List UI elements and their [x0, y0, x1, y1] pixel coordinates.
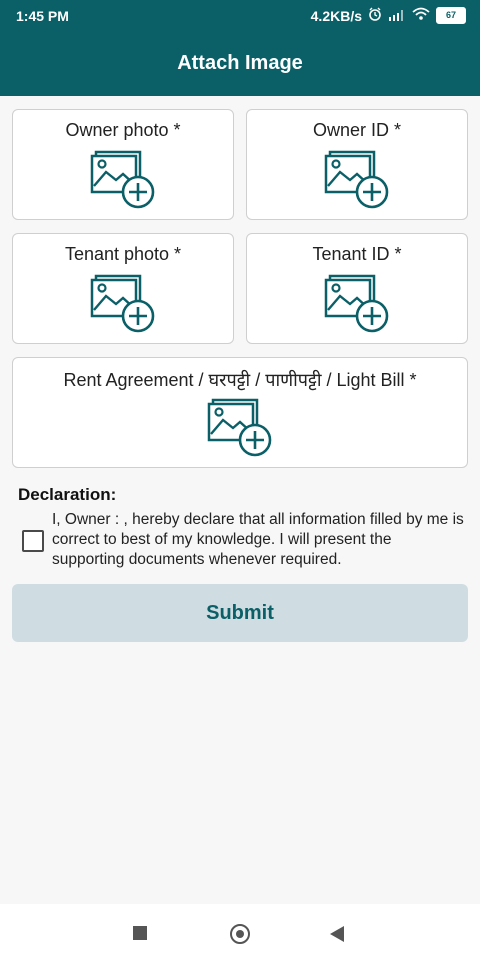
submit-button[interactable]: Submit [12, 584, 468, 642]
rent-agreement-card[interactable]: Rent Agreement / घरपट्टी / पाणीपट्टी / L… [12, 357, 468, 468]
wifi-icon [412, 7, 430, 24]
battery-icon: 67 [436, 7, 466, 24]
tenant-photo-label: Tenant photo * [64, 244, 182, 264]
add-image-icon[interactable] [324, 274, 390, 334]
owner-photo-label: Owner photo * [65, 120, 181, 140]
app-header: 1:45 PM 4.2KB/s 67 Attach Image [0, 0, 480, 96]
owner-id-card[interactable]: Owner ID * [246, 109, 468, 220]
status-right: 4.2KB/s 67 [311, 7, 466, 24]
tenant-id-label: Tenant ID * [312, 244, 402, 264]
page-title: Attach Image [177, 52, 303, 74]
status-time: 1:45 PM [16, 8, 69, 24]
declaration-checkbox[interactable] [22, 530, 44, 552]
status-bar: 1:45 PM 4.2KB/s 67 [0, 0, 480, 32]
tenant-photo-card[interactable]: Tenant photo * [12, 233, 234, 344]
add-image-icon[interactable] [90, 150, 156, 210]
home-icon[interactable] [230, 924, 250, 944]
back-icon[interactable] [330, 926, 344, 942]
owner-id-label: Owner ID * [312, 120, 402, 140]
system-nav-bar [0, 904, 480, 960]
add-image-icon[interactable] [324, 150, 390, 210]
declaration-title: Declaration: [18, 485, 117, 504]
add-image-icon[interactable] [90, 274, 156, 334]
recent-apps-icon[interactable] [133, 926, 147, 940]
network-speed: 4.2KB/s [310, 7, 362, 24]
tenant-id-card[interactable]: Tenant ID * [246, 233, 468, 344]
rent-agreement-label: Rent Agreement / घरपट्टी / पाणीपट्टी / L… [63, 370, 417, 390]
signal-icon [388, 8, 406, 24]
add-image-icon[interactable] [207, 398, 273, 458]
alarm-icon [368, 7, 382, 24]
declaration-text: I, Owner : , hereby declare that all inf… [52, 511, 464, 568]
owner-photo-card[interactable]: Owner photo * [12, 109, 234, 220]
